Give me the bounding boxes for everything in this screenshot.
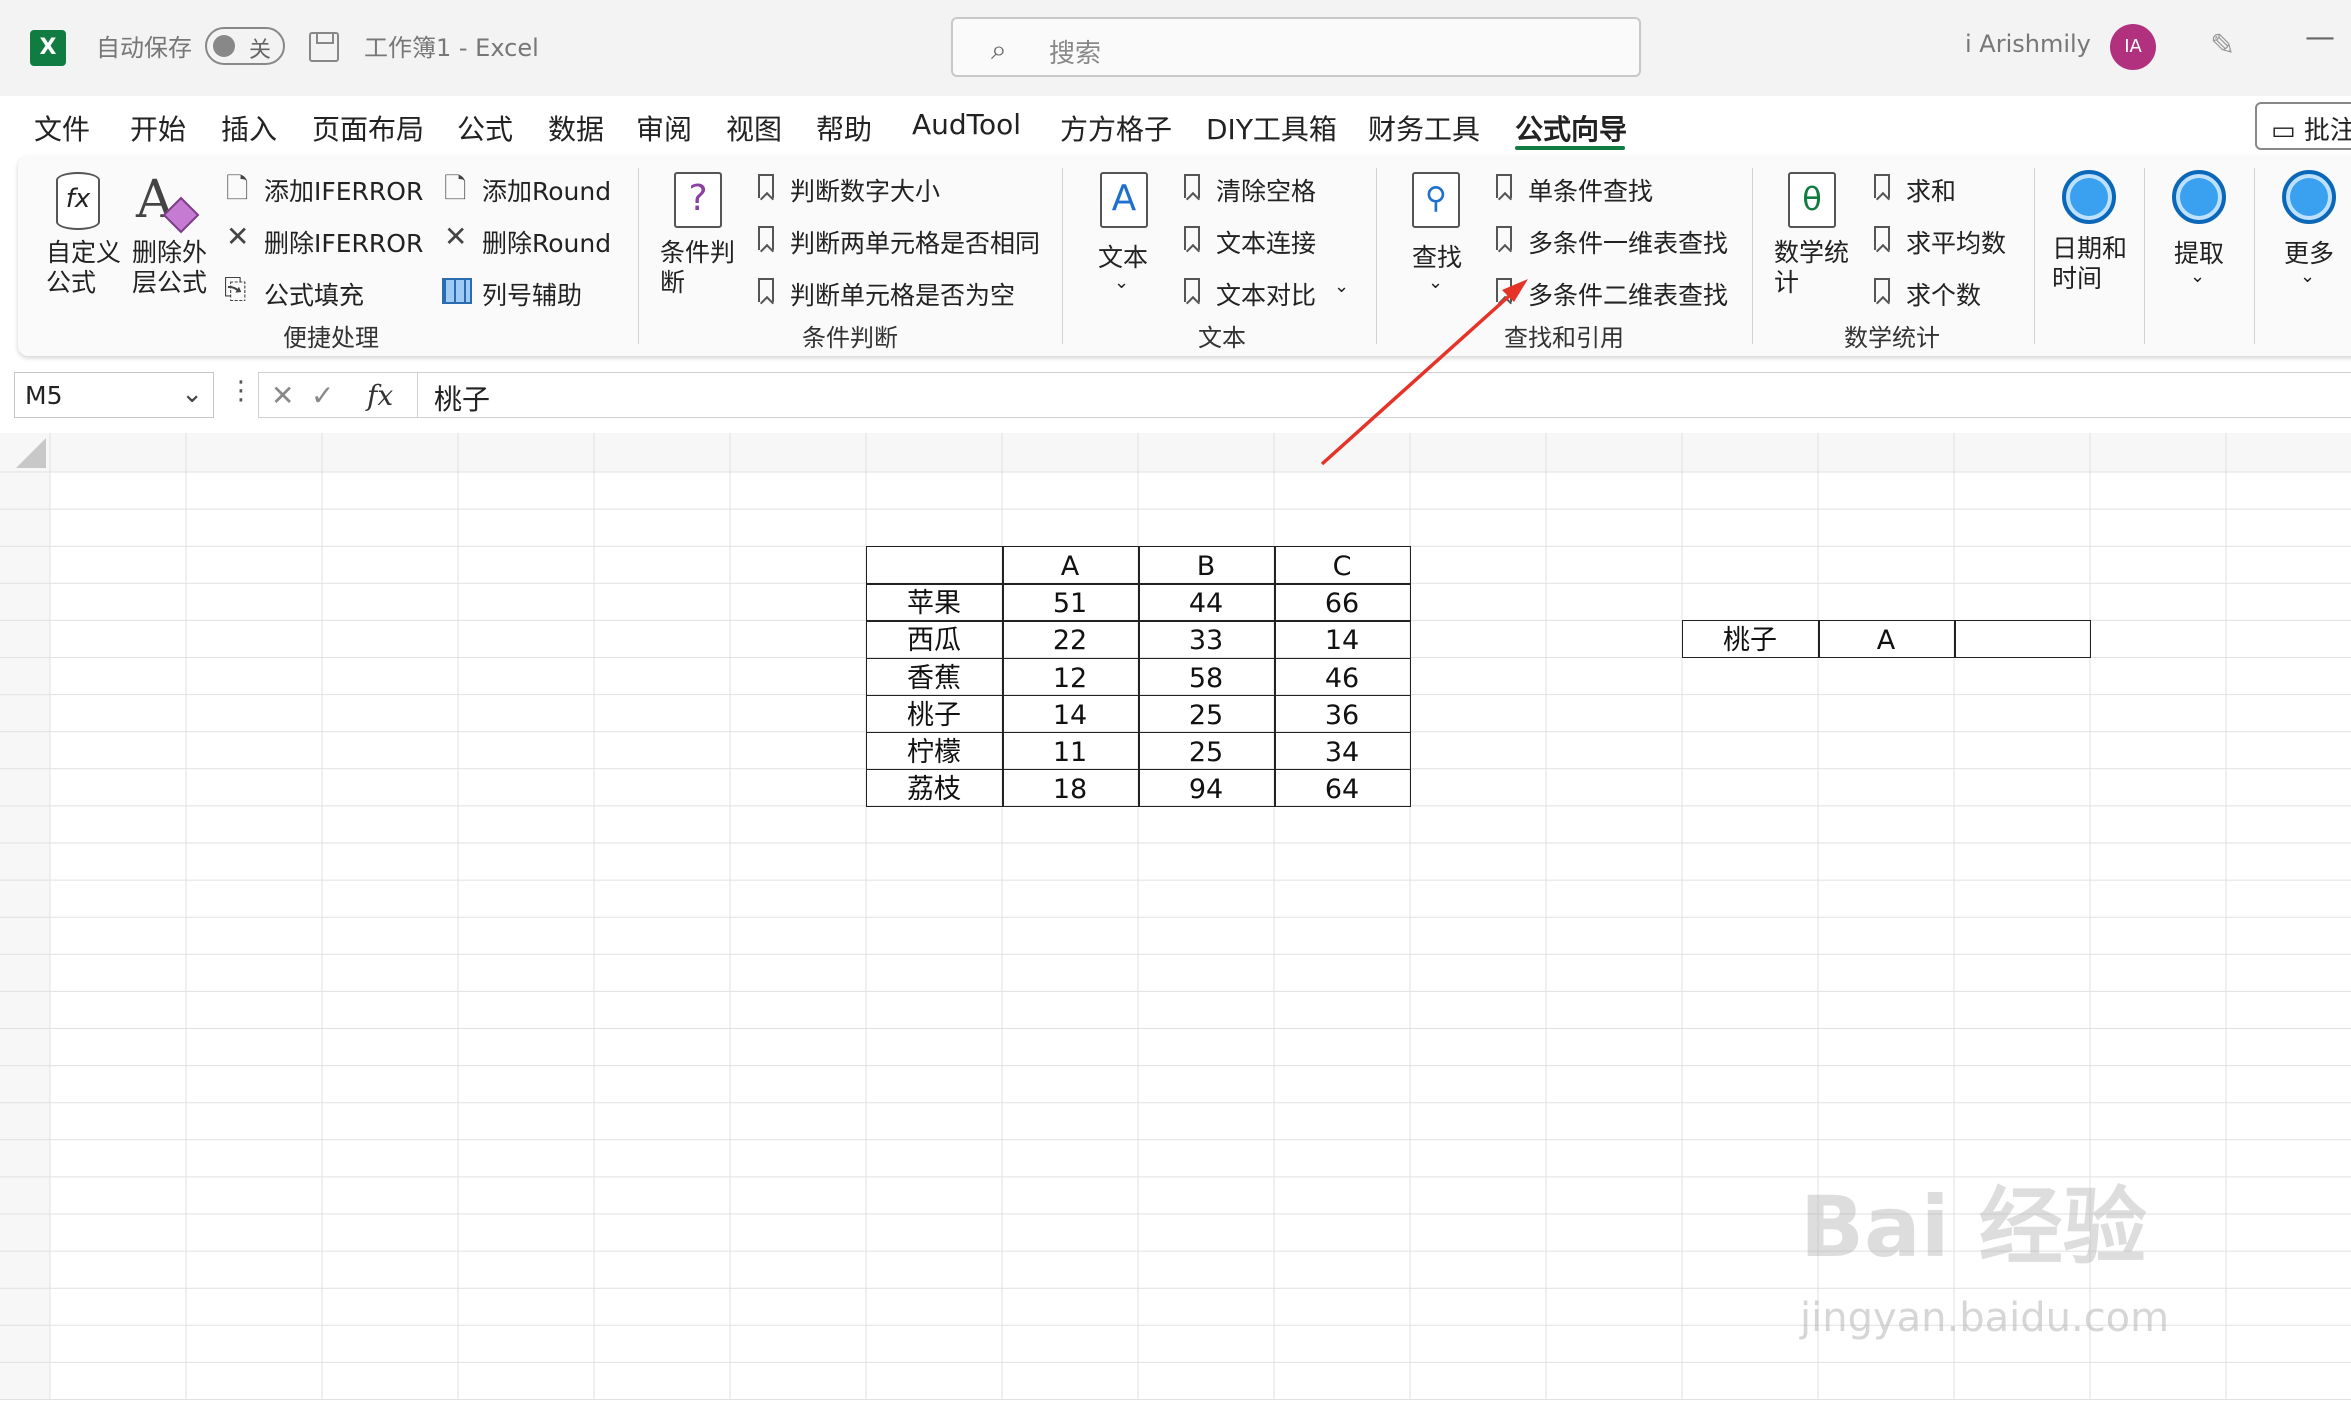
baidu-watermark-url: jingyan.baidu.com [1800,1295,2170,1341]
baidu-watermark: Bai 经验 [1800,1178,2147,1276]
